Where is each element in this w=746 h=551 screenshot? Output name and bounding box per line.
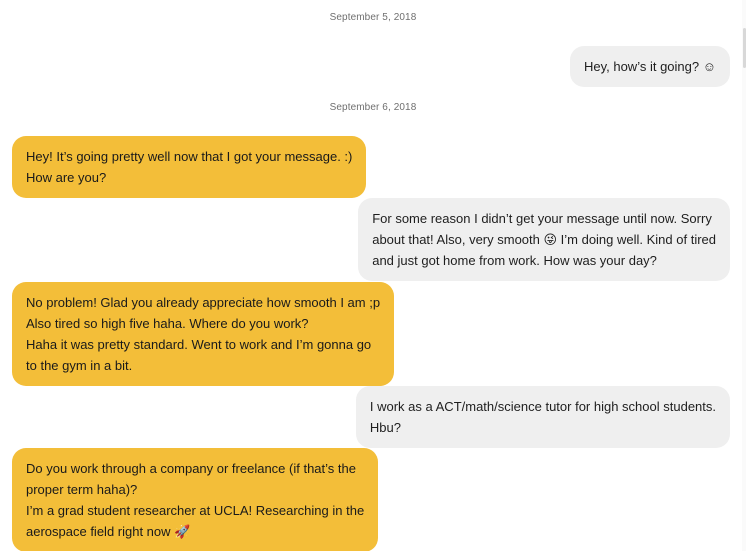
scrollbar-track[interactable] xyxy=(742,0,746,551)
outgoing-message[interactable]: I work as a ACT/math/science tutor for h… xyxy=(355,386,730,448)
incoming-message[interactable]: Do you work through a company or freelan… xyxy=(12,448,379,551)
incoming-message[interactable]: Hey! It’s going pretty well now that I g… xyxy=(12,136,367,198)
incoming-message[interactable]: No problem! Glad you already appreciate … xyxy=(12,282,395,386)
chat-thread: September 5, 2018 Hey, how’s it going? ☺… xyxy=(0,0,746,551)
outgoing-message[interactable]: For some reason I didn’t get your messag… xyxy=(358,198,730,281)
date-separator: September 6, 2018 xyxy=(329,102,417,113)
date-separator: September 5, 2018 xyxy=(329,12,417,23)
outgoing-message[interactable]: Hey, how’s it going? ☺ xyxy=(569,46,730,87)
